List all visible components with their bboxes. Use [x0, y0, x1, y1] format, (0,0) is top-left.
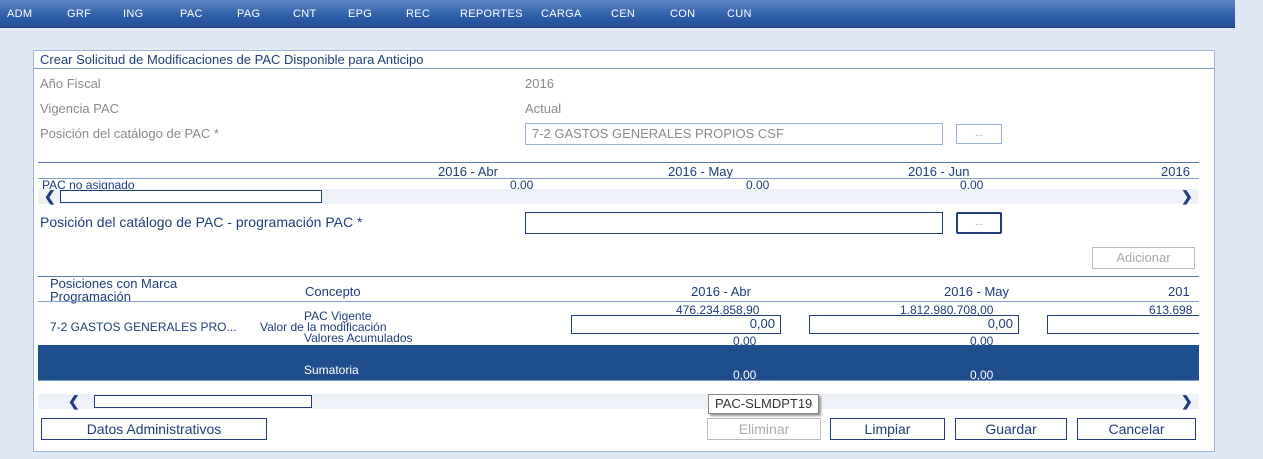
concepto-valores-acumulados: Valores Acumulados	[304, 331, 413, 345]
nav-cun[interactable]: CUN	[727, 8, 752, 20]
table1-header-next: 2016	[1161, 164, 1190, 179]
table1-header-abr: 2016 - Abr	[438, 164, 498, 179]
scroll-right-icon[interactable]: ❯	[1181, 188, 1193, 205]
nav-pag[interactable]: PAG	[237, 8, 260, 20]
table2-scroll-thumb[interactable]	[94, 395, 312, 408]
nav-ing[interactable]: ING	[123, 8, 143, 20]
nav-con[interactable]: CON	[670, 8, 695, 20]
tooltip: PAC-SLMDPT19	[708, 394, 820, 414]
programacion-browse-button[interactable]: ...	[956, 212, 1002, 234]
guardar-button[interactable]: Guardar	[955, 418, 1067, 440]
table2-header-abr: 2016 - Abr	[691, 284, 751, 299]
nav-rec[interactable]: REC	[406, 8, 430, 20]
nav-grf[interactable]: GRF	[67, 8, 91, 20]
eliminar-button[interactable]: Eliminar	[707, 418, 821, 440]
table2-header-may: 2016 - May	[944, 284, 1010, 299]
nav-reportes[interactable]: REPORTES	[460, 8, 523, 20]
table2-header-next: 201	[1168, 284, 1190, 299]
posiciones-table: Posiciones con Marca Programación Concep…	[38, 276, 1199, 347]
col-concepto-header: Concepto	[305, 284, 361, 299]
nav-cnt[interactable]: CNT	[293, 8, 317, 20]
posicion-catalogo-label: Posición del catálogo de PAC *	[40, 126, 219, 141]
posicion-browse-button[interactable]: ...	[956, 124, 1002, 144]
nav-pac[interactable]: PAC	[180, 8, 203, 20]
programacion-label: Posición del catálogo de PAC - programac…	[40, 214, 363, 230]
col-posiciones-header: Posiciones con Marca Programación	[50, 276, 178, 304]
nav-epg[interactable]: EPG	[348, 8, 372, 20]
table2-scrollbar[interactable]: ❮ ❯	[38, 393, 1199, 410]
table2-footer	[38, 380, 1199, 394]
nav-carga[interactable]: CARGA	[541, 8, 582, 20]
adicionar-button[interactable]: Adicionar	[1092, 247, 1195, 269]
scroll-right-icon[interactable]: ❯	[1181, 393, 1193, 410]
page-title: Crear Solicitud de Modificaciones de PAC…	[34, 51, 1214, 69]
scroll-left-icon[interactable]: ❮	[44, 188, 56, 205]
datos-administrativos-button[interactable]: Datos Administrativos	[41, 418, 267, 440]
cancelar-button[interactable]: Cancelar	[1077, 418, 1196, 440]
nav-adm[interactable]: ADM	[7, 8, 32, 20]
vigencia-pac-label: Vigencia PAC	[40, 101, 120, 116]
sumatoria-row: Sumatoria 0,00 0,00	[38, 345, 1199, 382]
table1-scroll-thumb[interactable]	[60, 190, 322, 203]
posicion-row-name: 7-2 GASTOS GENERALES PRO...	[50, 320, 237, 334]
table1-header-may: 2016 - May	[668, 164, 734, 179]
table1-divider	[38, 178, 1199, 179]
modificacion-may-input[interactable]: 0,00	[809, 315, 1019, 334]
table1-scrollbar[interactable]: ❮ ❯	[38, 188, 1199, 205]
modificacion-next-input[interactable]	[1047, 315, 1199, 334]
modificacion-abr-input[interactable]: 0,00	[571, 315, 781, 334]
scroll-left-icon[interactable]: ❮	[68, 393, 80, 410]
programacion-field[interactable]	[525, 212, 943, 234]
limpiar-button[interactable]: Limpiar	[830, 418, 945, 440]
anio-fiscal-value: 2016	[525, 76, 554, 91]
top-nav: ADM GRF ING PAC PAG CNT EPG REC REPORTES…	[0, 0, 1235, 28]
vigencia-pac-value: Actual	[525, 101, 562, 116]
table1-header-jun: 2016 - Jun	[908, 164, 970, 179]
posicion-catalogo-field[interactable]: 7-2 GASTOS GENERALES PROPIOS CSF	[525, 123, 943, 145]
nav-cen[interactable]: CEN	[611, 8, 635, 20]
anio-fiscal-label: Año Fiscal	[40, 76, 101, 91]
sumatoria-label: Sumatoria	[304, 363, 359, 377]
table2-divider	[38, 301, 1199, 302]
